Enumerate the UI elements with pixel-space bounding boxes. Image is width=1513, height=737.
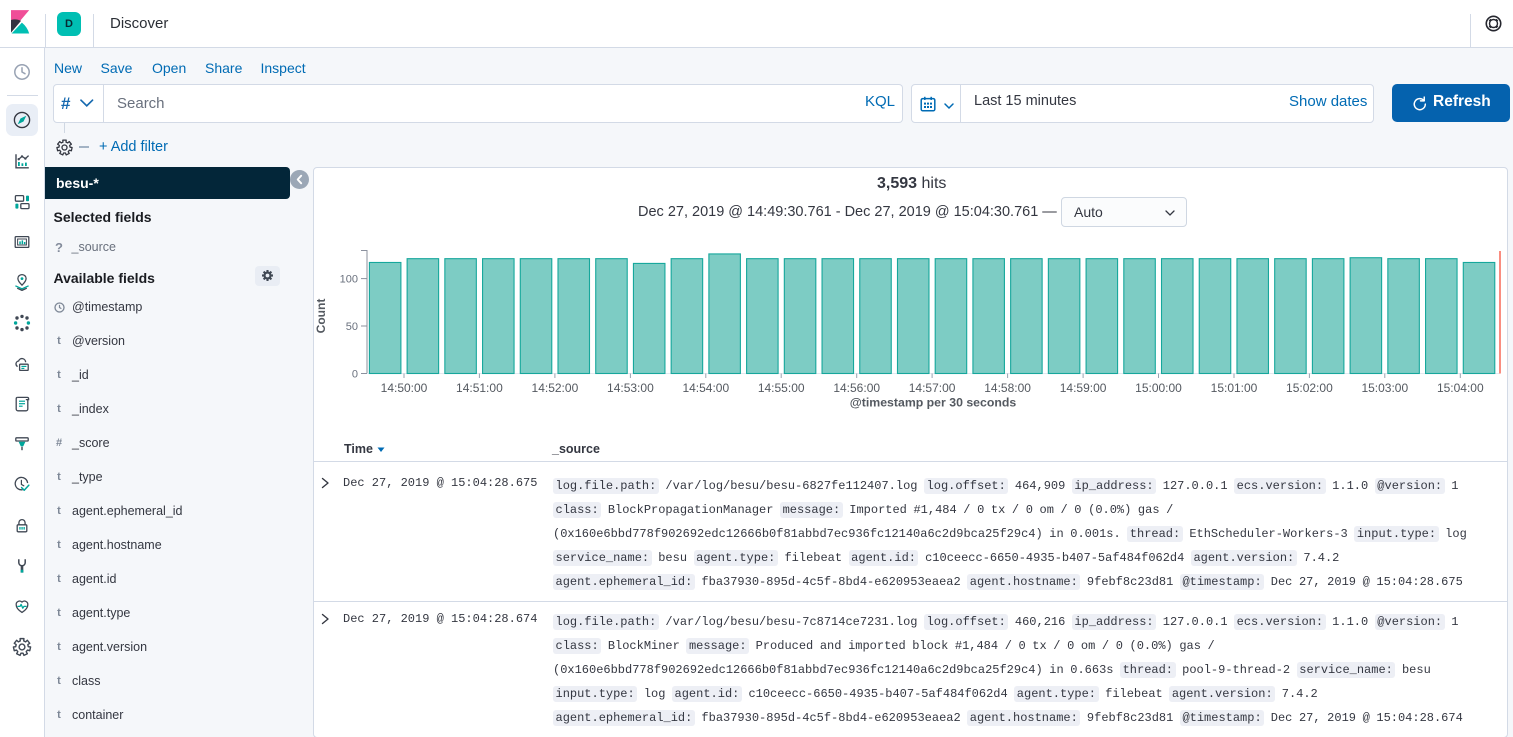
svg-text:14:53:00: 14:53:00 bbox=[607, 381, 654, 395]
svg-text:Count: Count bbox=[314, 299, 328, 334]
svg-text:14:51:00: 14:51:00 bbox=[456, 381, 503, 395]
svg-text:14:57:00: 14:57:00 bbox=[909, 381, 956, 395]
svg-text:14:50:00: 14:50:00 bbox=[381, 381, 428, 395]
svg-text:14:56:00: 14:56:00 bbox=[833, 381, 880, 395]
svg-text:50: 50 bbox=[346, 321, 358, 333]
svg-text:14:55:00: 14:55:00 bbox=[758, 381, 805, 395]
svg-text:0: 0 bbox=[352, 369, 358, 381]
svg-text:14:52:00: 14:52:00 bbox=[532, 381, 579, 395]
svg-text:100: 100 bbox=[340, 274, 358, 286]
svg-text:15:03:00: 15:03:00 bbox=[1361, 381, 1408, 395]
svg-text:@timestamp per 30 seconds: @timestamp per 30 seconds bbox=[850, 396, 1017, 410]
svg-text:15:02:00: 15:02:00 bbox=[1286, 381, 1333, 395]
svg-text:15:04:00: 15:04:00 bbox=[1437, 381, 1484, 395]
svg-text:15:00:00: 15:00:00 bbox=[1135, 381, 1182, 395]
svg-text:14:59:00: 14:59:00 bbox=[1060, 381, 1107, 395]
svg-text:14:58:00: 14:58:00 bbox=[984, 381, 1031, 395]
svg-text:14:54:00: 14:54:00 bbox=[682, 381, 729, 395]
svg-text:15:01:00: 15:01:00 bbox=[1211, 381, 1258, 395]
